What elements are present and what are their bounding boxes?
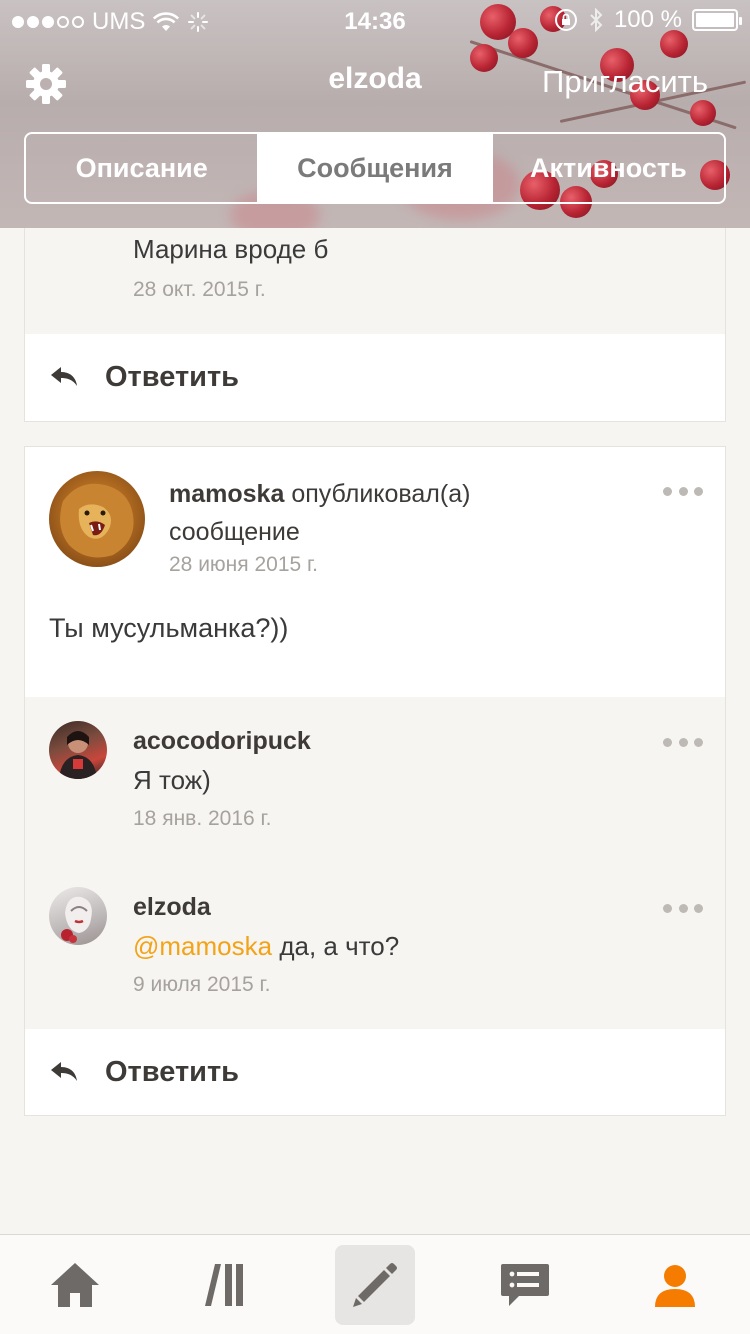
tab-messages-nav[interactable] — [485, 1245, 565, 1325]
post-action: опубликовал(а) — [291, 480, 471, 508]
commenter-avatar[interactable] — [49, 887, 107, 945]
reply-icon — [51, 1062, 77, 1081]
comment-author[interactable]: elzoda — [133, 893, 211, 922]
library-icon — [205, 1264, 243, 1306]
comment-more-button[interactable] — [663, 902, 703, 914]
more-dot-icon — [678, 486, 688, 496]
invite-button[interactable]: Пригласить — [542, 64, 708, 100]
home-icon — [51, 1263, 99, 1307]
rotation-lock-icon — [554, 9, 577, 31]
post-date: 28 июня 2015 г. — [169, 553, 318, 576]
message-thread: Марина вроде б 28 окт. 2015 г. Ответить — [24, 228, 726, 422]
bottom-tab-bar — [0, 1234, 750, 1334]
comment-text: Марина вроде б — [133, 234, 329, 264]
more-dot-icon — [678, 737, 688, 747]
tab-write[interactable] — [335, 1245, 415, 1325]
comment-date: 28 окт. 2015 г. — [133, 278, 266, 301]
reply-label: Ответить — [105, 1055, 240, 1088]
tab-home[interactable] — [35, 1245, 115, 1325]
comment-more-button[interactable] — [663, 736, 703, 748]
comment-text: @mamoska да, а что? — [133, 931, 399, 962]
tab-profile[interactable] — [635, 1245, 715, 1325]
commenter-photo — [59, 731, 97, 779]
more-dot-icon — [694, 737, 703, 747]
tab-messages[interactable]: Сообщения — [257, 134, 491, 202]
comment-date: 9 июля 2015 г. — [133, 973, 271, 996]
lion-photo — [60, 483, 134, 558]
more-dot-icon — [663, 903, 672, 913]
author-avatar[interactable] — [49, 471, 145, 567]
message-thread: mamoska опубликовал(а) сообщение 28 июня… — [24, 446, 726, 1116]
messages-icon — [501, 1264, 549, 1306]
more-dot-icon — [694, 486, 703, 496]
reply-button[interactable]: Ответить — [25, 1029, 725, 1115]
bluetooth-icon — [590, 8, 603, 32]
tab-description[interactable]: Описание — [26, 134, 257, 202]
reply-button[interactable]: Ответить — [25, 334, 725, 420]
post-action-object: сообщение — [169, 518, 300, 546]
commenter-avatar[interactable] — [49, 721, 107, 779]
more-dot-icon — [663, 486, 672, 496]
commenter-photo — [61, 896, 92, 943]
comment-date: 18 янв. 2016 г. — [133, 807, 272, 830]
profile-icon — [655, 1265, 695, 1307]
tab-activity[interactable]: Активность — [490, 134, 724, 202]
post-header: mamoska опубликовал(а) сообщение — [169, 475, 649, 551]
more-dot-icon — [694, 903, 703, 913]
reply-label: Ответить — [105, 360, 240, 393]
battery-icon — [692, 9, 742, 31]
profile-header: UMS 14:36 100 % elzoda Пригласить Описан… — [0, 0, 750, 228]
comment-body: да, а что? — [272, 931, 400, 961]
post-more-button[interactable] — [663, 485, 703, 497]
comments-area — [25, 697, 725, 1029]
more-dot-icon — [663, 737, 672, 747]
comments-area — [25, 228, 725, 334]
comment-text: Я тож) — [133, 765, 211, 795]
profile-tabs: Описание Сообщения Активность — [24, 132, 726, 204]
post-text: Ты мусульманка?)) — [49, 613, 289, 643]
more-dot-icon — [678, 903, 688, 913]
status-bar: UMS 14:36 100 % — [0, 0, 750, 40]
pencil-icon — [353, 1263, 397, 1307]
comment-author[interactable]: acocodoripuck — [133, 727, 311, 756]
reply-icon — [51, 367, 77, 386]
user-mention-link[interactable]: @mamoska — [133, 931, 272, 961]
post-author[interactable]: mamoska — [169, 480, 284, 508]
tab-library[interactable] — [185, 1245, 265, 1325]
battery-percentage: 100 % — [613, 6, 682, 33]
background-berry — [690, 100, 716, 126]
